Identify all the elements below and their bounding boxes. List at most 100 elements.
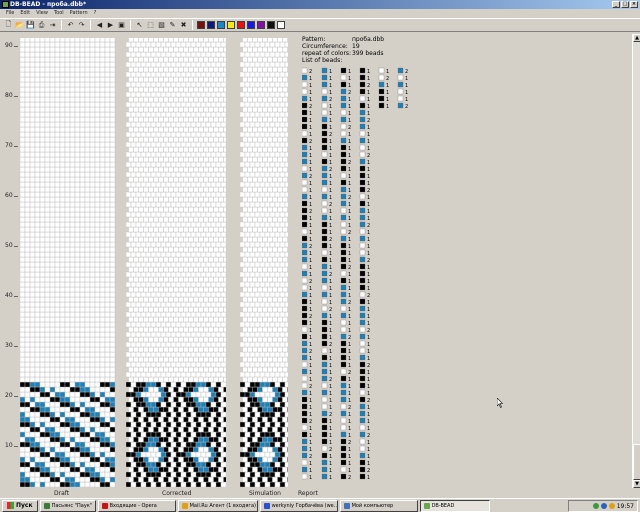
bead-cell[interactable] [267, 456, 273, 463]
bead-cell[interactable] [64, 366, 71, 373]
bead-cell[interactable] [175, 91, 182, 98]
bead-cell[interactable] [284, 471, 288, 478]
bead-cell[interactable] [84, 56, 91, 63]
bead-cell[interactable] [205, 181, 212, 188]
bead-cell[interactable] [155, 471, 162, 478]
bead-cell[interactable] [128, 306, 134, 313]
bead-cell[interactable] [64, 176, 71, 183]
bead-cell[interactable] [262, 166, 268, 173]
bead-cell[interactable] [220, 471, 226, 478]
bead-cell[interactable] [244, 301, 251, 308]
bead-cell[interactable] [44, 66, 51, 73]
bead-cell[interactable] [54, 161, 61, 168]
bead-cell[interactable] [59, 236, 66, 243]
bead-cell[interactable] [168, 76, 174, 83]
bead-cell[interactable] [175, 331, 182, 338]
bead-cell[interactable] [39, 406, 46, 413]
bead-cell[interactable] [175, 111, 182, 118]
bead-cell[interactable] [254, 341, 261, 348]
bead-cell[interactable] [20, 351, 26, 358]
bead-cell[interactable] [99, 311, 106, 318]
bead-cell[interactable] [140, 121, 147, 128]
bead-cell[interactable] [84, 66, 91, 73]
bead-cell[interactable] [269, 341, 276, 348]
bead-cell[interactable] [240, 401, 246, 408]
bead-cell[interactable] [133, 296, 139, 303]
bead-cell[interactable] [104, 91, 111, 98]
bead-cell[interactable] [249, 211, 256, 218]
bead-cell[interactable] [282, 446, 288, 453]
bead-cell[interactable] [54, 336, 61, 343]
bead-cell[interactable] [264, 71, 271, 78]
bead-cell[interactable] [210, 381, 217, 388]
bead-cell[interactable] [274, 401, 281, 408]
bead-cell[interactable] [104, 116, 111, 123]
bead-cell[interactable] [44, 291, 51, 298]
bead-cell[interactable] [94, 286, 101, 293]
bead-cell[interactable] [188, 426, 194, 433]
bead-cell[interactable] [282, 196, 288, 203]
bead-cell[interactable] [64, 476, 71, 483]
bead-cell[interactable] [220, 461, 226, 468]
bead-cell[interactable] [29, 191, 36, 198]
bead-cell[interactable] [20, 206, 26, 213]
bead-cell[interactable] [173, 186, 179, 193]
bead-cell[interactable] [104, 311, 111, 318]
bead-cell[interactable] [198, 166, 204, 173]
bead-cell[interactable] [205, 191, 212, 198]
bead-cell[interactable] [267, 66, 273, 73]
bead-cell[interactable] [84, 196, 91, 203]
bead-cell[interactable] [94, 306, 101, 313]
bead-cell[interactable] [89, 61, 96, 68]
bead-cell[interactable] [240, 91, 246, 98]
bead-cell[interactable] [84, 311, 91, 318]
bead-cell[interactable] [109, 431, 116, 438]
bead-cell[interactable] [218, 38, 224, 43]
bead-cell[interactable] [249, 311, 256, 318]
bead-cell[interactable] [20, 256, 26, 263]
bead-cell[interactable] [168, 276, 174, 283]
bead-cell[interactable] [54, 241, 61, 248]
bead-cell[interactable] [44, 86, 51, 93]
bead-cell[interactable] [279, 211, 286, 218]
bead-cell[interactable] [49, 46, 56, 53]
bead-cell[interactable] [244, 111, 251, 118]
bead-cell[interactable] [39, 396, 46, 403]
bead-cell[interactable] [74, 261, 81, 268]
bead-cell[interactable] [240, 141, 246, 148]
bead-cell[interactable] [133, 366, 139, 373]
bead-cell[interactable] [39, 256, 46, 263]
bead-cell[interactable] [79, 176, 86, 183]
bead-cell[interactable] [282, 226, 288, 233]
bead-cell[interactable] [190, 181, 197, 188]
bead-cell[interactable] [84, 301, 91, 308]
bead-cell[interactable] [20, 111, 26, 118]
bead-cell[interactable] [29, 161, 36, 168]
bead-cell[interactable] [193, 246, 199, 253]
bead-cell[interactable] [170, 361, 177, 368]
bead-cell[interactable] [20, 286, 26, 293]
bead-cell[interactable] [130, 131, 137, 138]
bead-cell[interactable] [128, 296, 134, 303]
bead-cell[interactable] [99, 391, 106, 398]
bead-cell[interactable] [69, 76, 76, 83]
bead-cell[interactable] [34, 251, 41, 258]
bead-cell[interactable] [252, 286, 258, 293]
bead-cell[interactable] [259, 251, 266, 258]
bead-cell[interactable] [39, 291, 46, 298]
bead-cell[interactable] [200, 271, 207, 278]
bead-cell[interactable] [279, 191, 286, 198]
bead-cell[interactable] [247, 216, 253, 223]
bead-cell[interactable] [158, 136, 164, 143]
bead-cell[interactable] [54, 76, 61, 83]
bead-cell[interactable] [150, 261, 157, 268]
bead-cell[interactable] [79, 46, 86, 53]
bead-cell[interactable] [104, 336, 111, 343]
bead-cell[interactable] [198, 286, 204, 293]
bead-cell[interactable] [74, 401, 81, 408]
bead-cell[interactable] [274, 81, 281, 88]
bead-cell[interactable] [133, 106, 139, 113]
bead-cell[interactable] [213, 396, 219, 403]
bead-cell[interactable] [277, 396, 283, 403]
bead-cell[interactable] [259, 161, 266, 168]
